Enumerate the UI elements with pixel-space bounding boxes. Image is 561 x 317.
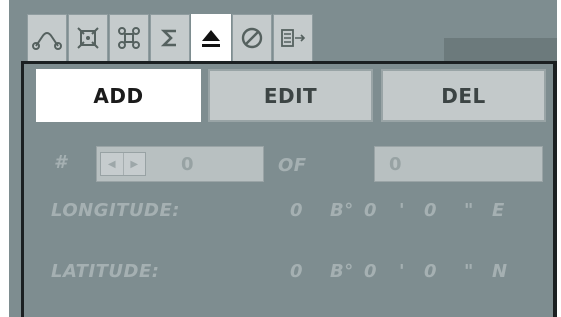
delete-button[interactable]: DEL	[381, 69, 546, 122]
total-count-value: 0	[389, 153, 402, 175]
longitude-degrees[interactable]: 0	[290, 200, 303, 221]
tab-no-entry[interactable]	[232, 14, 272, 62]
tab-sigma[interactable]	[150, 14, 190, 62]
command-icon	[118, 27, 140, 49]
latitude-minutes[interactable]: 0	[364, 261, 377, 282]
edit-button[interactable]: EDIT	[208, 69, 373, 122]
current-index-value: 0	[181, 153, 194, 175]
of-label: OF	[278, 155, 307, 176]
longitude-degree-symbol: B°	[330, 200, 354, 221]
longitude-hemisphere[interactable]: E	[492, 200, 505, 221]
eject-icon	[202, 30, 220, 47]
hash-label: #	[54, 152, 68, 173]
latitude-minute-symbol: '	[399, 261, 406, 282]
latitude-degree-symbol: B°	[330, 261, 354, 282]
tab-command[interactable]	[109, 14, 149, 62]
latitude-seconds[interactable]: 0	[424, 261, 437, 282]
list-transfer-icon	[281, 29, 306, 47]
index-stepper: ◀ ▶	[100, 152, 146, 176]
no-entry-icon	[241, 27, 263, 49]
crosshair-box-icon	[77, 27, 99, 49]
curve-icon	[32, 32, 62, 50]
latitude-label: LATITUDE:	[51, 261, 160, 282]
sigma-icon	[160, 29, 176, 47]
tab-curve[interactable]	[27, 14, 67, 62]
longitude-minute-symbol: '	[399, 200, 406, 221]
tab-eject[interactable]	[191, 14, 231, 62]
tab-strip-rail	[444, 38, 557, 62]
tab-list-transfer[interactable]	[273, 14, 313, 62]
prev-arrow-icon[interactable]: ◀	[101, 153, 124, 175]
total-count-field[interactable]: 0	[374, 146, 543, 182]
next-arrow-icon[interactable]: ▶	[123, 153, 145, 175]
latitude-second-symbol: "	[464, 261, 474, 282]
tab-crosshair-box[interactable]	[68, 14, 108, 62]
latitude-hemisphere[interactable]: N	[492, 261, 508, 282]
add-button[interactable]: ADD	[36, 69, 201, 122]
longitude-label: LONGITUDE:	[51, 200, 180, 221]
longitude-minutes[interactable]: 0	[364, 200, 377, 221]
longitude-seconds[interactable]: 0	[424, 200, 437, 221]
latitude-degrees[interactable]: 0	[290, 261, 303, 282]
longitude-second-symbol: "	[464, 200, 474, 221]
